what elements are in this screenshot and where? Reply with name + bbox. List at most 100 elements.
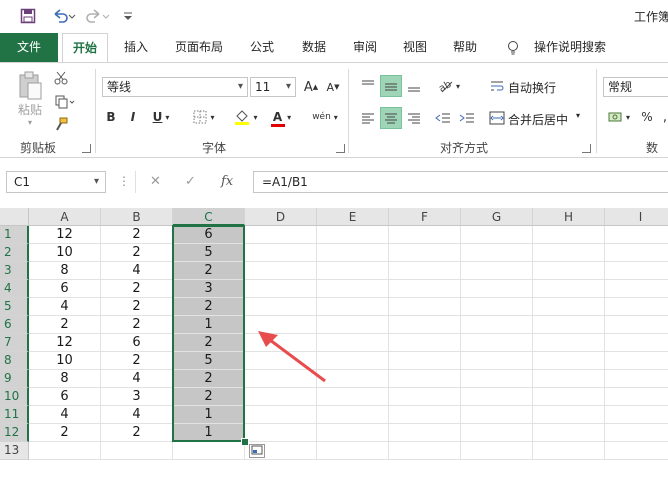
cell-e11[interactable]: [317, 406, 389, 424]
cell-f12[interactable]: [389, 424, 461, 442]
chevron-down-icon[interactable]: ▾: [576, 111, 580, 120]
cell-a11[interactable]: 4: [29, 406, 101, 424]
cell-i12[interactable]: [605, 424, 668, 442]
cell-c5[interactable]: 2: [173, 298, 245, 316]
cell-h9[interactable]: [533, 370, 605, 388]
align-center-icon[interactable]: [380, 107, 402, 129]
cell-f11[interactable]: [389, 406, 461, 424]
merge-center-icon[interactable]: [488, 109, 506, 127]
cell-c1[interactable]: 6: [173, 226, 245, 244]
cell-h13[interactable]: [533, 442, 605, 460]
cell-c13[interactable]: [173, 442, 245, 460]
cell-f4[interactable]: [389, 280, 461, 298]
cell-h12[interactable]: [533, 424, 605, 442]
cell-i2[interactable]: [605, 244, 668, 262]
cell-b6[interactable]: 2: [101, 316, 173, 334]
column-header-e[interactable]: E: [317, 208, 389, 226]
cell-h3[interactable]: [533, 262, 605, 280]
cell-f2[interactable]: [389, 244, 461, 262]
cell-f8[interactable]: [389, 352, 461, 370]
cell-g7[interactable]: [461, 334, 533, 352]
cancel-icon[interactable]: ✕: [150, 174, 161, 189]
row-header-6[interactable]: 6: [0, 316, 29, 334]
cell-b1[interactable]: 2: [101, 226, 173, 244]
cell-f9[interactable]: [389, 370, 461, 388]
cell-i5[interactable]: [605, 298, 668, 316]
cell-b12[interactable]: 2: [101, 424, 173, 442]
orientation-icon[interactable]: ab ▾: [432, 75, 466, 97]
column-header-b[interactable]: B: [101, 208, 173, 226]
cell-g12[interactable]: [461, 424, 533, 442]
cell-f7[interactable]: [389, 334, 461, 352]
row-header-1[interactable]: 1: [0, 226, 29, 244]
cell-d2[interactable]: [245, 244, 317, 262]
row-header-13[interactable]: 13: [0, 442, 29, 460]
cell-a8[interactable]: 10: [29, 352, 101, 370]
underline-button[interactable]: U ▾: [146, 107, 176, 127]
wrap-text-button[interactable]: 自动换行: [508, 79, 556, 96]
align-middle-icon[interactable]: [380, 75, 402, 97]
cell-i11[interactable]: [605, 406, 668, 424]
cell-a4[interactable]: 6: [29, 280, 101, 298]
tab-data[interactable]: 数据: [292, 33, 336, 62]
cell-g1[interactable]: [461, 226, 533, 244]
cell-h1[interactable]: [533, 226, 605, 244]
formula-input[interactable]: =A1/B1: [253, 171, 668, 193]
paste-button[interactable]: 粘贴 ▾: [10, 69, 50, 129]
tab-page-layout[interactable]: 页面布局: [168, 33, 230, 62]
font-color-button[interactable]: A ▾: [266, 107, 298, 127]
undo-icon[interactable]: [50, 6, 78, 26]
tab-home[interactable]: 开始: [62, 33, 108, 62]
cell-g10[interactable]: [461, 388, 533, 406]
row-header-3[interactable]: 3: [0, 262, 29, 280]
cell-i7[interactable]: [605, 334, 668, 352]
cell-b9[interactable]: 4: [101, 370, 173, 388]
row-header-5[interactable]: 5: [0, 298, 29, 316]
cell-e2[interactable]: [317, 244, 389, 262]
cell-a6[interactable]: 2: [29, 316, 101, 334]
row-header-8[interactable]: 8: [0, 352, 29, 370]
cell-h4[interactable]: [533, 280, 605, 298]
cell-g8[interactable]: [461, 352, 533, 370]
row-header-10[interactable]: 10: [0, 388, 29, 406]
save-icon[interactable]: [18, 6, 38, 26]
cell-c2[interactable]: 5: [173, 244, 245, 262]
tab-view[interactable]: 视图: [394, 33, 436, 62]
column-header-d[interactable]: D: [245, 208, 317, 226]
cell-a2[interactable]: 10: [29, 244, 101, 262]
cell-i4[interactable]: [605, 280, 668, 298]
column-header-g[interactable]: G: [461, 208, 533, 226]
row-header-9[interactable]: 9: [0, 370, 29, 388]
borders-button[interactable]: ▾: [188, 107, 220, 127]
cell-d11[interactable]: [245, 406, 317, 424]
align-top-icon[interactable]: [358, 75, 378, 97]
column-header-a[interactable]: A: [29, 208, 101, 226]
column-header-i[interactable]: I: [605, 208, 668, 226]
cell-g2[interactable]: [461, 244, 533, 262]
cell-b10[interactable]: 3: [101, 388, 173, 406]
cell-e13[interactable]: [317, 442, 389, 460]
alignment-dialog-launcher[interactable]: [582, 144, 591, 153]
cell-b11[interactable]: 4: [101, 406, 173, 424]
cell-f6[interactable]: [389, 316, 461, 334]
cell-d3[interactable]: [245, 262, 317, 280]
cell-i10[interactable]: [605, 388, 668, 406]
cell-b3[interactable]: 4: [101, 262, 173, 280]
font-dialog-launcher[interactable]: [336, 144, 345, 153]
cell-c6[interactable]: 1: [173, 316, 245, 334]
cell-d4[interactable]: [245, 280, 317, 298]
cell-d5[interactable]: [245, 298, 317, 316]
row-header-2[interactable]: 2: [0, 244, 29, 262]
cell-h10[interactable]: [533, 388, 605, 406]
accounting-format-button[interactable]: ▾: [604, 107, 634, 127]
percent-button[interactable]: %: [640, 107, 654, 127]
cell-d1[interactable]: [245, 226, 317, 244]
row-header-12[interactable]: 12: [0, 424, 29, 442]
cell-g4[interactable]: [461, 280, 533, 298]
cell-b13[interactable]: [101, 442, 173, 460]
cell-i1[interactable]: [605, 226, 668, 244]
cell-b4[interactable]: 2: [101, 280, 173, 298]
tab-file[interactable]: 文件: [0, 33, 58, 62]
cell-a10[interactable]: 6: [29, 388, 101, 406]
column-header-f[interactable]: F: [389, 208, 461, 226]
